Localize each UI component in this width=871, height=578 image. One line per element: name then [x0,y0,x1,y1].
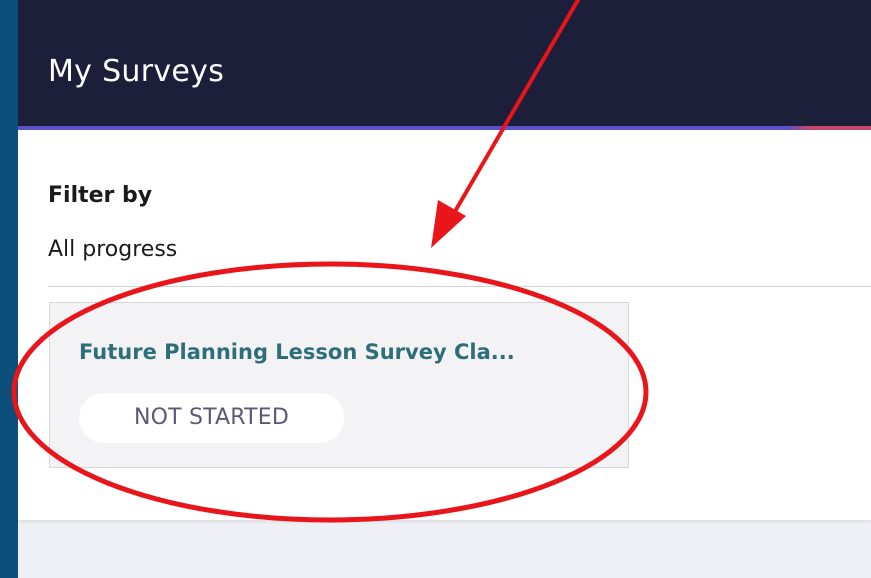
page-title: My Surveys [48,54,225,89]
progress-filter-select[interactable]: All progress [48,236,177,264]
main-content: Filter by All progress Future Planning L… [18,130,871,520]
page-header: My Surveys [18,0,871,126]
filter-heading: Filter by [48,183,153,208]
survey-card[interactable]: Future Planning Lesson Survey Cla... NOT… [49,302,629,468]
filter-divider [48,286,871,287]
app-screen: My Surveys Filter by All progress Future… [18,0,871,578]
survey-title[interactable]: Future Planning Lesson Survey Cla... [79,338,515,366]
status-badge: NOT STARTED [79,393,344,443]
